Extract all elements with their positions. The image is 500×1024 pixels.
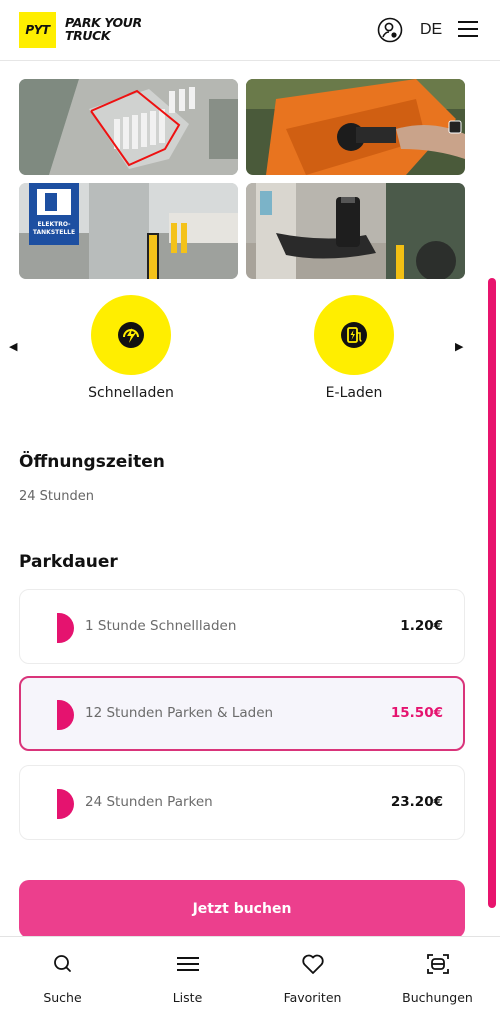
nav-label: Buchungen bbox=[402, 990, 473, 1005]
language-switch[interactable]: DE bbox=[420, 21, 442, 39]
duration-indicator-icon bbox=[57, 789, 74, 819]
carousel-next-arrow[interactable]: ▶ bbox=[455, 340, 463, 353]
duration-label: 1 Stunde Schnellladen bbox=[85, 618, 237, 634]
duration-indicator-icon bbox=[57, 700, 74, 730]
duration-label: 12 Stunden Parken & Laden bbox=[85, 705, 274, 721]
duration-indicator-icon bbox=[57, 613, 74, 643]
ev-station-icon bbox=[341, 322, 367, 348]
heart-icon bbox=[301, 954, 324, 974]
svg-text:TANKSTELLE: TANKSTELLE bbox=[33, 229, 75, 236]
carousel-prev-arrow[interactable]: ◀ bbox=[9, 340, 17, 353]
bottom-nav: Suche Liste Favoriten Buchungen bbox=[0, 936, 500, 1024]
menu-icon[interactable] bbox=[458, 20, 478, 38]
opening-hours-value: 24 Stunden bbox=[19, 489, 94, 504]
bookings-icon bbox=[426, 954, 449, 974]
list-icon bbox=[176, 957, 199, 971]
charging-station-photo[interactable] bbox=[246, 183, 465, 279]
search-icon bbox=[53, 955, 71, 972]
scrollbar[interactable] bbox=[488, 278, 496, 908]
elektro-tankstelle-photo[interactable]: ELEKTRO- TANKSTELLE bbox=[19, 183, 238, 279]
charging-type-label: E-Laden bbox=[325, 385, 383, 401]
logo-text-line2: TRUCK bbox=[65, 28, 111, 43]
fast-charge-icon bbox=[118, 322, 144, 348]
duration-option-24h[interactable]: 24 Stunden Parken 23.20€ bbox=[19, 765, 465, 840]
ev-charge-badge bbox=[314, 295, 394, 375]
duration-price: 15.50€ bbox=[390, 705, 443, 721]
logo-mark[interactable]: PYT bbox=[19, 12, 56, 48]
opening-hours-title: Öffnungszeiten bbox=[19, 452, 165, 472]
charging-type-label: Schnelladen bbox=[88, 385, 174, 401]
duration-price: 1.20€ bbox=[400, 618, 443, 634]
duration-option-1h[interactable]: 1 Stunde Schnellladen 1.20€ bbox=[19, 589, 465, 664]
charging-type-ev[interactable]: E-Laden bbox=[284, 295, 424, 401]
aerial-parking-photo[interactable] bbox=[19, 79, 238, 175]
user-icon[interactable] bbox=[377, 17, 403, 43]
charging-type-fast[interactable]: Schnelladen bbox=[61, 295, 201, 401]
nav-item-favorites[interactable]: Favoriten bbox=[250, 937, 375, 1024]
nav-label: Liste bbox=[172, 990, 203, 1005]
nav-label: Favoriten bbox=[283, 990, 342, 1005]
duration-option-12h[interactable]: 12 Stunden Parken & Laden 15.50€ bbox=[19, 676, 465, 751]
duration-label: 24 Stunden Parken bbox=[85, 794, 213, 810]
nav-item-list[interactable]: Liste bbox=[125, 937, 250, 1024]
ev-charging-plug-photo[interactable] bbox=[246, 79, 465, 175]
fast-charge-badge bbox=[91, 295, 171, 375]
book-now-button[interactable]: Jetzt buchen bbox=[19, 880, 465, 938]
app-header: PYT PARK YOUR TRUCK DE bbox=[0, 0, 500, 61]
logo-text[interactable]: PARK YOUR TRUCK bbox=[65, 16, 155, 42]
nav-label: Suche bbox=[43, 990, 82, 1005]
parking-duration-title: Parkdauer bbox=[19, 552, 118, 572]
nav-item-search[interactable]: Suche bbox=[0, 937, 125, 1024]
duration-price: 23.20€ bbox=[390, 794, 443, 810]
svg-text:ELEKTRO-: ELEKTRO- bbox=[37, 221, 71, 228]
nav-item-bookings[interactable]: Buchungen bbox=[375, 937, 500, 1024]
